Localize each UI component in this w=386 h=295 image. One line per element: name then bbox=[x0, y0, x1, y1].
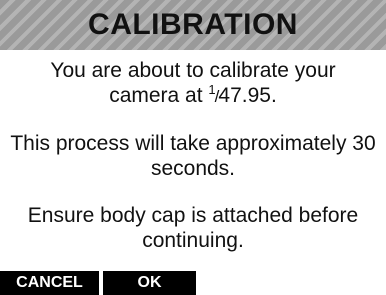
shutter-denominator: 47.95 bbox=[218, 84, 271, 107]
dialog-title-bar: CALIBRATION bbox=[0, 0, 386, 50]
dialog-title: CALIBRATION bbox=[88, 8, 298, 41]
notice-line-2-prefix: camera at bbox=[109, 84, 209, 107]
calibration-dialog: CALIBRATION You are about to calibrate y… bbox=[0, 0, 386, 295]
dialog-body: You are about to calibrate your camera a… bbox=[0, 58, 386, 253]
body-cap-notice: Ensure body cap is attached before conti… bbox=[27, 204, 359, 252]
cancel-button[interactable]: CANCEL bbox=[0, 271, 99, 295]
duration-notice: This process will take approximately 30 … bbox=[10, 132, 376, 180]
softkey-bar: CANCEL OK bbox=[0, 271, 196, 295]
notice-line-2-suffix: . bbox=[270, 84, 277, 107]
calibration-notice: You are about to calibrate your camera a… bbox=[8, 58, 378, 109]
ok-button[interactable]: OK bbox=[103, 271, 196, 295]
shutter-angle-value: 1/47.95 bbox=[208, 83, 271, 107]
notice-line-1: You are about to calibrate your bbox=[50, 59, 336, 82]
